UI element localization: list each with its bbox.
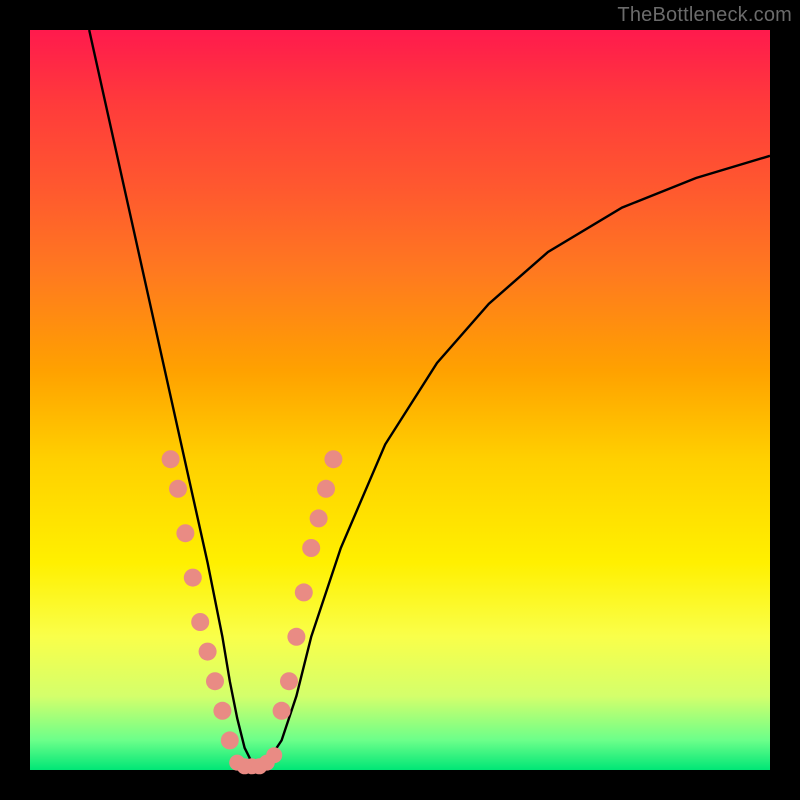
marker-dot	[169, 480, 187, 498]
marker-dot	[213, 702, 231, 720]
marker-dot	[199, 643, 217, 661]
chart-svg	[30, 30, 770, 770]
marker-dot	[184, 569, 202, 587]
marker-dot	[280, 672, 298, 690]
marker-dot	[287, 628, 305, 646]
marker-dot	[266, 747, 282, 763]
marker-dot	[324, 450, 342, 468]
marker-dot	[310, 509, 328, 527]
marker-group	[162, 450, 343, 774]
marker-dot	[302, 539, 320, 557]
marker-dot	[295, 583, 313, 601]
marker-dot	[317, 480, 335, 498]
bottleneck-curve	[89, 30, 770, 763]
watermark-text: TheBottleneck.com	[617, 4, 792, 27]
marker-dot	[191, 613, 209, 631]
marker-dot	[206, 672, 224, 690]
marker-dot	[273, 702, 291, 720]
marker-dot	[221, 731, 239, 749]
marker-dot	[162, 450, 180, 468]
marker-dot	[176, 524, 194, 542]
